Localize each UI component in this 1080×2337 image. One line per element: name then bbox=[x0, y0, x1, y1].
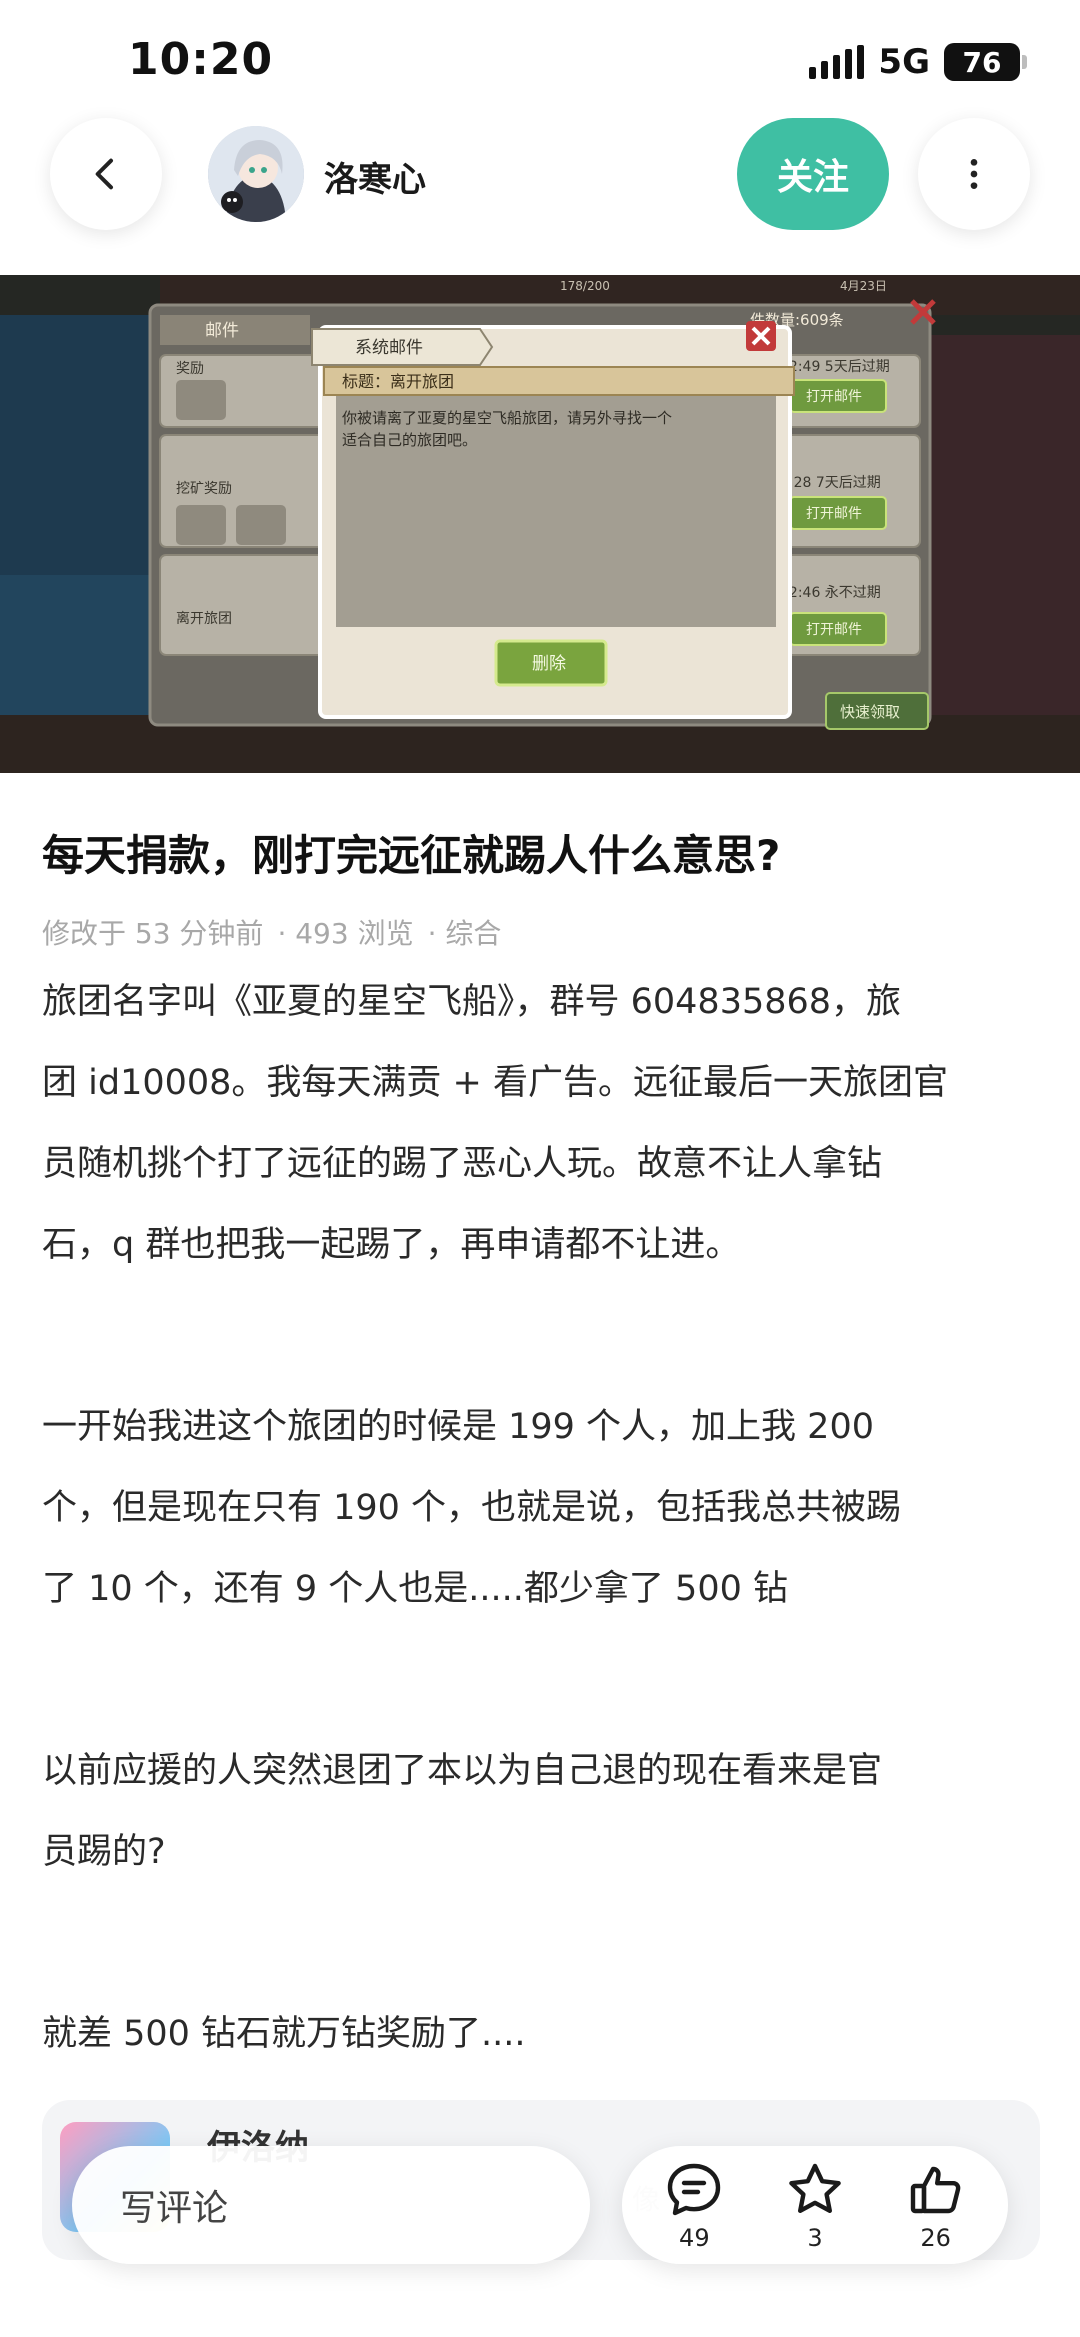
body-line: 员随机挑个打了远征的踢了恶心人玩。故意不让人拿钻 bbox=[42, 1144, 883, 1184]
body-line: 个，但是现在只有 190 个，也就是说，包括我总共被踢 bbox=[42, 1488, 902, 1528]
open-mail-label: 打开邮件 bbox=[806, 621, 862, 638]
dialog-tab: 系统邮件 bbox=[355, 338, 423, 358]
like-count: 26 bbox=[920, 2224, 951, 2252]
body-line: 团 id10008。我每天满贡 + 看广告。远征最后一天旅团官 bbox=[42, 1063, 948, 1103]
post-body: 旅团名字叫《亚夏的星空飞船》，群号 604835868，旅 团 id10008。… bbox=[42, 962, 1042, 2075]
quick-claim-label: 快速领取 bbox=[840, 703, 900, 721]
body-line: 石，q 群也把我一起踢了，再申请都不让进。 bbox=[42, 1225, 741, 1265]
close-icon bbox=[746, 321, 776, 351]
post-category[interactable]: · 综合 bbox=[428, 912, 502, 952]
post-title: 每天捐款，刚打完远征就踢人什么意思? bbox=[42, 831, 781, 880]
date-label: 4月23日 bbox=[840, 279, 887, 293]
comment-icon bbox=[668, 2163, 721, 2216]
dialog-body-line: 你被请离了亚夏的星空飞船旅团，请另外寻找一个 bbox=[342, 409, 672, 427]
follow-button[interactable]: 关注 bbox=[737, 118, 889, 230]
top-counter: 178/200 bbox=[560, 279, 610, 293]
more-vertical-icon bbox=[970, 159, 978, 189]
avatar[interactable] bbox=[208, 126, 304, 222]
battery-icon: 76 bbox=[944, 43, 1027, 81]
post-modified: 修改于 53 分钟前 bbox=[42, 917, 264, 950]
expiry-label: 12:49 5天后过期 bbox=[780, 359, 890, 375]
dialog-subject: 标题：离开旅团 bbox=[342, 372, 454, 391]
body-line: 旅团名字叫《亚夏的星空飞船》，群号 604835868，旅 bbox=[42, 982, 902, 1022]
expiry-label: 8:28 7天后过期 bbox=[780, 475, 881, 491]
comment-input[interactable]: 写评论 bbox=[72, 2146, 590, 2264]
mail-panel-title: 邮件 bbox=[205, 321, 239, 341]
expiry-label: 02:46 永不过期 bbox=[780, 585, 881, 601]
post-views: · 493 浏览 bbox=[277, 917, 414, 950]
list-item: 挖矿奖励 bbox=[176, 480, 232, 497]
star-icon bbox=[789, 2163, 841, 2213]
signal-icon bbox=[809, 45, 865, 79]
delete-button: 删除 bbox=[532, 654, 566, 674]
list-item: 奖励 bbox=[176, 360, 204, 377]
status-time: 10:20 bbox=[128, 34, 274, 85]
like-button[interactable]: 26 bbox=[886, 2158, 986, 2252]
action-bar: 49 3 26 bbox=[622, 2146, 1008, 2264]
body-line: 员踢的? bbox=[42, 1832, 166, 1872]
dialog-body-line: 适合自己的旅团吧。 bbox=[342, 431, 477, 449]
more-button[interactable] bbox=[918, 118, 1030, 230]
body-line: 了 10 个，还有 9 个人也是.....都少拿了 500 钻 bbox=[42, 1569, 788, 1609]
favorite-button[interactable]: 3 bbox=[765, 2158, 865, 2252]
body-line: 就差 500 钻石就万钻奖励了.... bbox=[42, 2014, 526, 2054]
open-mail-label: 打开邮件 bbox=[806, 388, 862, 405]
chevron-left-icon bbox=[95, 158, 113, 190]
battery-level: 76 bbox=[962, 45, 1002, 79]
favorite-count: 3 bbox=[807, 2224, 823, 2252]
status-indicators: 5G 76 bbox=[809, 42, 1027, 82]
comment-button[interactable]: 49 bbox=[644, 2158, 744, 2252]
list-item: 离开旅团 bbox=[176, 610, 232, 627]
thumbs-up-icon bbox=[910, 2166, 960, 2214]
comment-count: 49 bbox=[679, 2224, 710, 2252]
back-button[interactable] bbox=[50, 118, 162, 230]
post-meta: 修改于 53 分钟前 · 493 浏览 · 综合 bbox=[42, 912, 501, 952]
post-header: 洛寒心 关注 bbox=[0, 118, 1080, 268]
game-screenshot: 178/200 4月23日 邮件 件数量:609条 奖励 挖矿奖励 离开旅团 1… bbox=[0, 275, 1080, 773]
avatar-image bbox=[208, 126, 304, 222]
author-name[interactable]: 洛寒心 bbox=[324, 152, 426, 201]
body-line: 一开始我进这个旅团的时候是 199 个人，加上我 200 bbox=[42, 1407, 874, 1447]
body-line: 以前应援的人突然退团了本以为自己退的现在看来是官 bbox=[42, 1751, 883, 1791]
status-bar: 10:20 5G 76 bbox=[0, 0, 1080, 120]
post-image[interactable]: 178/200 4月23日 邮件 件数量:609条 奖励 挖矿奖励 离开旅团 1… bbox=[0, 275, 1080, 773]
open-mail-label: 打开邮件 bbox=[806, 505, 862, 522]
network-type: 5G bbox=[878, 42, 930, 82]
